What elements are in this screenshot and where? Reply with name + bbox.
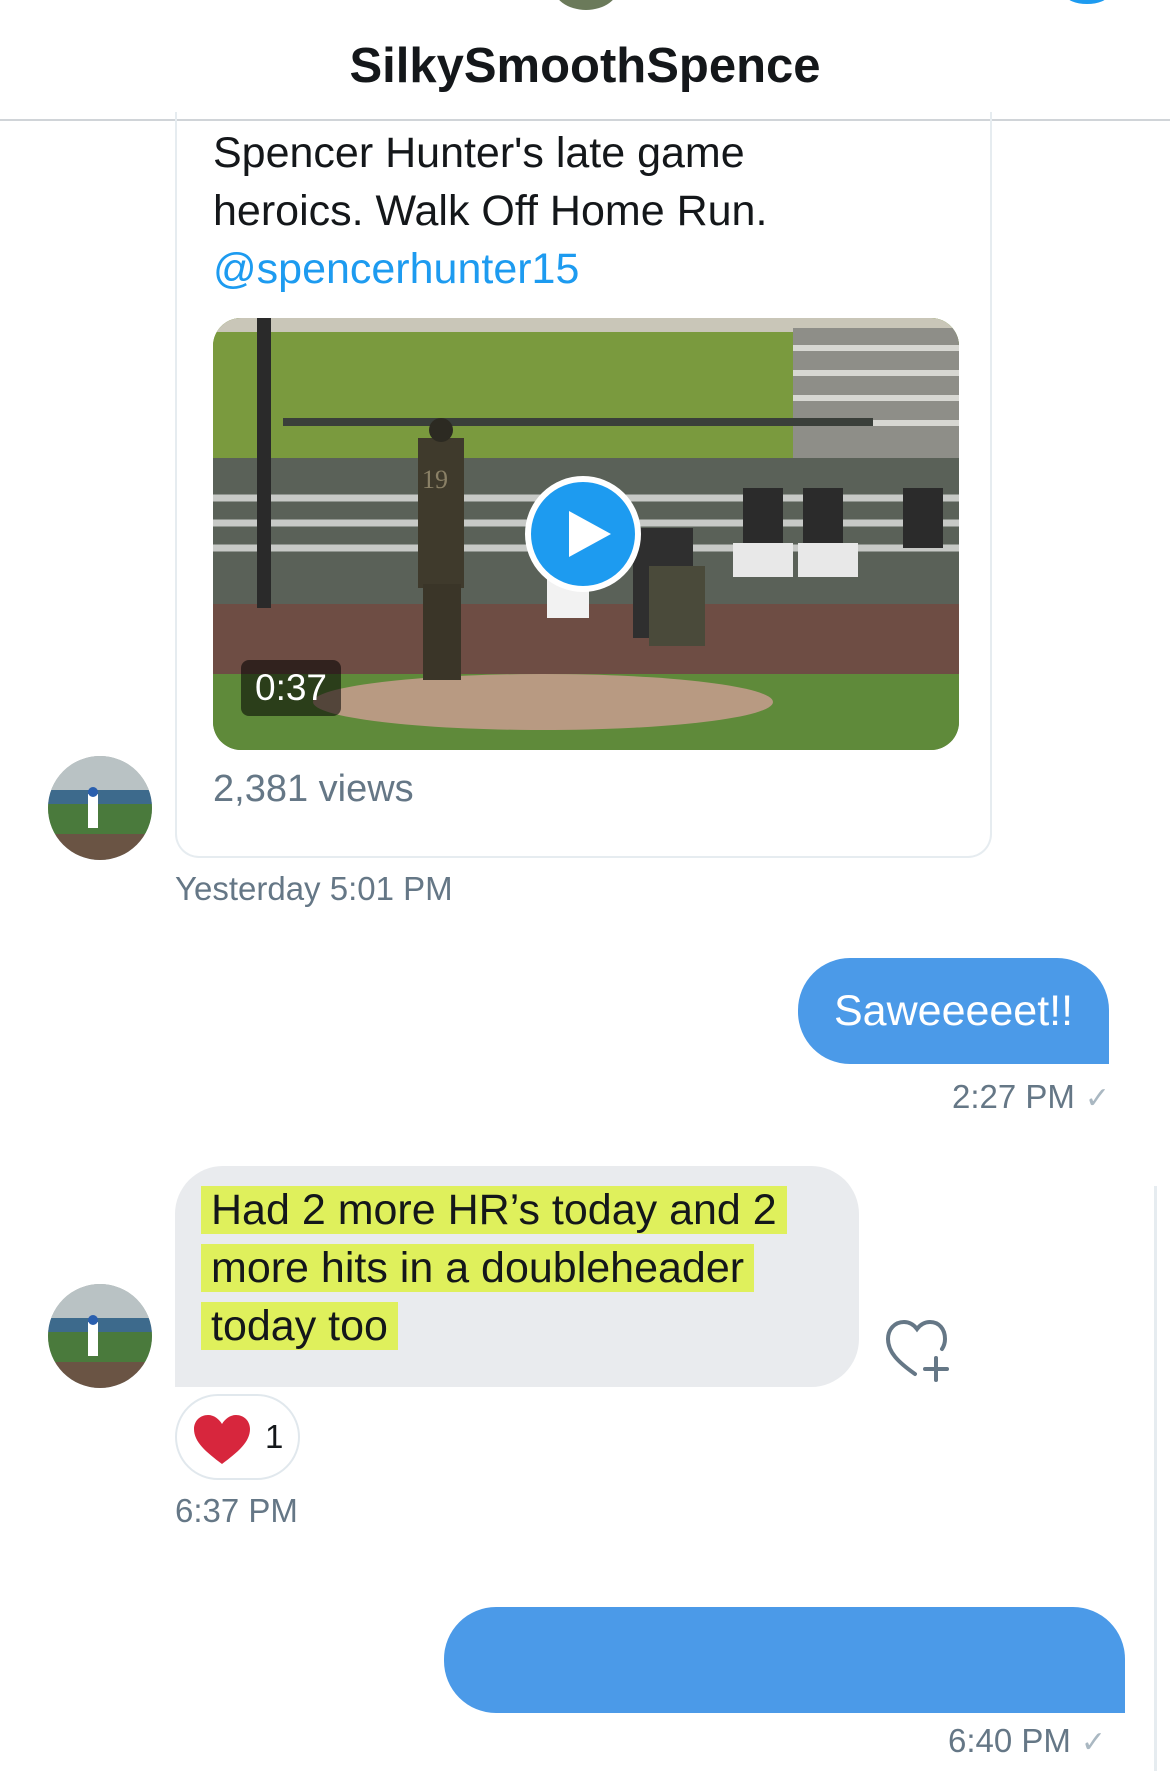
sender-avatar[interactable]: [48, 1284, 152, 1388]
message-timestamp: 2:27 PM ✓: [952, 1078, 1110, 1116]
dm-conversation-screen: SilkySmoothSpence Spencer Hunter's late …: [0, 0, 1170, 1771]
conversation-title[interactable]: SilkySmoothSpence: [0, 38, 1170, 94]
message-timestamp: Yesterday 5:01 PM: [175, 870, 453, 907]
play-icon: [569, 511, 611, 557]
play-button[interactable]: [525, 476, 641, 592]
sender-avatar[interactable]: [48, 756, 152, 860]
timestamp-text: 6:40 PM: [948, 1722, 1071, 1759]
sent-check-icon: ✓: [1084, 1082, 1111, 1115]
tweet-video[interactable]: 19 0:37: [213, 318, 959, 750]
message-timestamp: 6:37 PM: [175, 1492, 298, 1529]
heart-icon: [194, 1415, 250, 1464]
video-view-count: 2,381 views: [213, 768, 414, 810]
tweet-text-line: Spencer Hunter's late game: [213, 129, 745, 177]
video-duration: 0:37: [241, 660, 342, 716]
info-icon[interactable]: [1066, 0, 1108, 4]
message-text-container: Had 2 more HR’s today and 2 more hits in…: [201, 1181, 831, 1355]
shared-tweet-card[interactable]: Spencer Hunter's late game heroics. Walk…: [175, 112, 992, 858]
tweet-text: Spencer Hunter's late game heroics. Walk…: [213, 124, 973, 298]
reaction-count: 1: [265, 1418, 284, 1455]
tweet-text-line: heroics. Walk Off Home Run.: [213, 187, 768, 235]
header-avatar[interactable]: [553, 0, 619, 10]
message-text: Saweeeeet!!: [834, 987, 1074, 1035]
tweet-mention-link[interactable]: @spencerhunter15: [213, 240, 973, 298]
message-text: Had 2 more HR’s today and 2 more hits in…: [201, 1186, 787, 1350]
player-jersey-number: 19: [422, 465, 448, 494]
add-reaction-icon[interactable]: [884, 1318, 954, 1382]
received-message-bubble[interactable]: Had 2 more HR’s today and 2 more hits in…: [175, 1166, 859, 1387]
timestamp-text: 2:27 PM: [952, 1078, 1075, 1115]
sent-message-bubble[interactable]: Wow. Hot hot hot. Congrats.: [444, 1607, 1125, 1771]
message-timestamp: 6:40 PM ✓: [948, 1722, 1106, 1760]
scroll-indicator[interactable]: [1154, 1186, 1157, 1771]
conversation-header: SilkySmoothSpence: [0, 0, 1170, 121]
reaction-badge[interactable]: 1: [175, 1394, 300, 1480]
sent-message-bubble[interactable]: Saweeeeet!!: [798, 958, 1110, 1064]
sent-check-icon: ✓: [1080, 1726, 1107, 1759]
